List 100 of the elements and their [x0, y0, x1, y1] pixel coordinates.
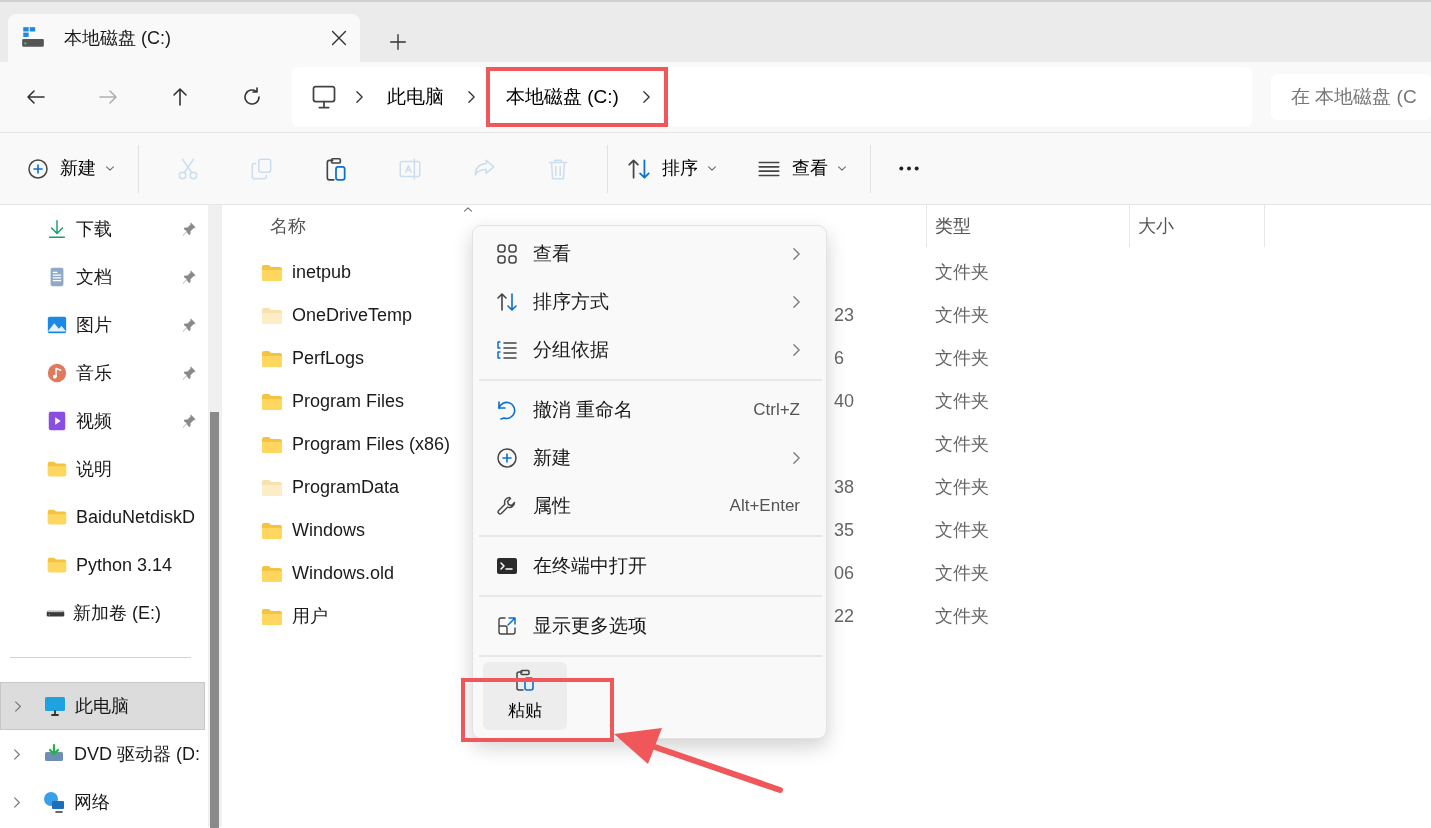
tree-label: DVD 驱动器 (D: — [74, 742, 200, 766]
sidebar-item[interactable]: BaiduNetdiskD — [0, 493, 205, 541]
chevron-right-icon — [642, 91, 650, 103]
tree-item[interactable]: 此电脑 — [0, 682, 205, 730]
file-name[interactable]: Windows.old — [292, 560, 395, 587]
view-button[interactable]: 查看 — [750, 146, 852, 191]
date-cell: 38 — [834, 477, 855, 497]
drive-icon — [46, 609, 65, 617]
type-cell: 文件夹 — [935, 606, 989, 626]
menu-item[interactable]: 撤消 重命名 Ctrl+Z — [479, 386, 822, 434]
caret-up-icon — [464, 207, 472, 212]
sidebar-item[interactable]: 下载 — [0, 205, 205, 253]
file-name[interactable]: Program Files (x86) — [292, 431, 451, 458]
file-name[interactable]: Windows — [292, 517, 366, 544]
tab[interactable]: 本地磁盘 (C:) — [8, 14, 360, 62]
sidebar-label: 说明 — [76, 457, 112, 481]
column-header[interactable]: 类型 — [935, 212, 971, 240]
breadcrumb-item[interactable]: 本地磁盘 (C:) — [500, 82, 625, 112]
music-note-icon — [46, 362, 68, 384]
more-icon — [898, 165, 920, 172]
open-external-icon — [495, 614, 519, 638]
caret-down-icon — [106, 166, 114, 171]
menu-item[interactable]: 排序方式 — [479, 278, 822, 326]
date-cell: 40 — [834, 391, 855, 411]
chevron-right-icon — [793, 296, 800, 308]
clipboard-icon — [513, 668, 537, 693]
sidebar-item[interactable]: 视频 — [0, 397, 205, 445]
plus-circle-icon — [495, 446, 519, 470]
sidebar-label: 新加卷 (E:) — [73, 601, 161, 625]
scrollbar-thumb[interactable] — [210, 412, 219, 828]
column-header[interactable]: 名称 — [270, 212, 306, 240]
chevron-right-icon — [356, 91, 363, 103]
network-icon — [42, 790, 66, 814]
tree-item[interactable]: 网络 — [0, 778, 205, 826]
column-header[interactable]: 大小 — [1138, 212, 1174, 240]
sidebar-label: 图片 — [76, 313, 112, 337]
plus-icon — [387, 31, 409, 53]
address-bar[interactable]: 此电脑 本地磁盘 (C:) — [292, 67, 1252, 127]
sort-button[interactable]: 排序 — [620, 146, 722, 191]
grouped-list-icon — [495, 338, 519, 362]
type-cell: 文件夹 — [935, 391, 989, 411]
tree-item[interactable]: DVD 驱动器 (D: — [0, 730, 205, 778]
breadcrumb-item[interactable]: 此电脑 — [381, 82, 450, 112]
sidebar-item[interactable]: 图片 — [0, 301, 205, 349]
sidebar-label: 视频 — [76, 409, 112, 433]
type-cell: 文件夹 — [935, 477, 989, 497]
search-field[interactable]: 在 本地磁盘 (C — [1271, 74, 1431, 120]
sort-arrows-icon — [495, 290, 519, 314]
monitor-icon — [43, 694, 67, 718]
type-cell: 文件夹 — [935, 348, 989, 368]
date-cell: 35 — [834, 520, 855, 540]
tree-label: 网络 — [74, 790, 110, 814]
menu-item[interactable]: 分组依据 — [479, 326, 822, 374]
file-name[interactable]: PerfLogs — [292, 345, 365, 372]
paste-button[interactable]: 粘贴 — [483, 662, 567, 730]
menu-item[interactable]: 显示更多选项 — [479, 602, 822, 650]
file-name[interactable]: inetpub — [292, 259, 352, 286]
menu-item[interactable]: 在终端中打开 — [479, 542, 822, 590]
chevron-right-icon — [793, 248, 800, 260]
menu-item[interactable]: 属性 Alt+Enter — [479, 482, 822, 530]
video-icon — [46, 410, 68, 432]
type-cell: 文件夹 — [935, 305, 989, 325]
shortcut-text: Alt+Enter — [729, 495, 800, 518]
sidebar-item[interactable]: 音乐 — [0, 349, 205, 397]
shortcut-text: Ctrl+Z — [753, 399, 800, 422]
sidebar-label: Python 3.14 — [76, 553, 173, 577]
chevron-right-icon — [793, 452, 800, 464]
sidebar-item[interactable]: 文档 — [0, 253, 205, 301]
monitor-icon — [310, 83, 338, 111]
file-name[interactable]: 用户 — [292, 603, 328, 630]
type-cell: 文件夹 — [935, 520, 989, 540]
file-name[interactable]: Program Files — [292, 388, 405, 415]
type-cell: 文件夹 — [935, 262, 989, 282]
date-cell: 6 — [834, 348, 844, 368]
caret-down-icon — [708, 166, 716, 171]
download-icon — [46, 218, 68, 240]
chevron-right-icon — [14, 748, 20, 760]
date-cell: 22 — [834, 606, 855, 626]
sidebar-item[interactable]: 新加卷 (E:) — [0, 589, 205, 637]
new-button[interactable]: 新建 — [20, 146, 120, 191]
tab-title: 本地磁盘 (C:) — [64, 26, 171, 50]
sidebar-label: 下载 — [76, 217, 112, 241]
chevron-right-icon — [793, 344, 800, 356]
menu-item[interactable]: 查看 — [479, 230, 822, 278]
sidebar-item[interactable]: Python 3.14 — [0, 541, 205, 589]
sidebar-label: 音乐 — [76, 361, 112, 385]
type-cell: 文件夹 — [935, 563, 989, 583]
type-cell: 文件夹 — [935, 434, 989, 454]
plus-circle-icon — [26, 156, 50, 181]
sidebar-item[interactable]: 说明 — [0, 445, 205, 493]
tree-label: 此电脑 — [75, 694, 129, 718]
chevron-right-icon — [15, 700, 21, 712]
sidebar-label: BaiduNetdiskD — [76, 505, 196, 529]
date-cell: 23 — [834, 305, 855, 325]
file-name[interactable]: OneDriveTemp — [292, 302, 413, 329]
sidebar-label: 文档 — [76, 265, 112, 289]
date-cell: 06 — [834, 563, 855, 583]
file-name[interactable]: ProgramData — [292, 474, 400, 501]
picture-icon — [46, 314, 68, 336]
menu-item[interactable]: 新建 — [479, 434, 822, 482]
